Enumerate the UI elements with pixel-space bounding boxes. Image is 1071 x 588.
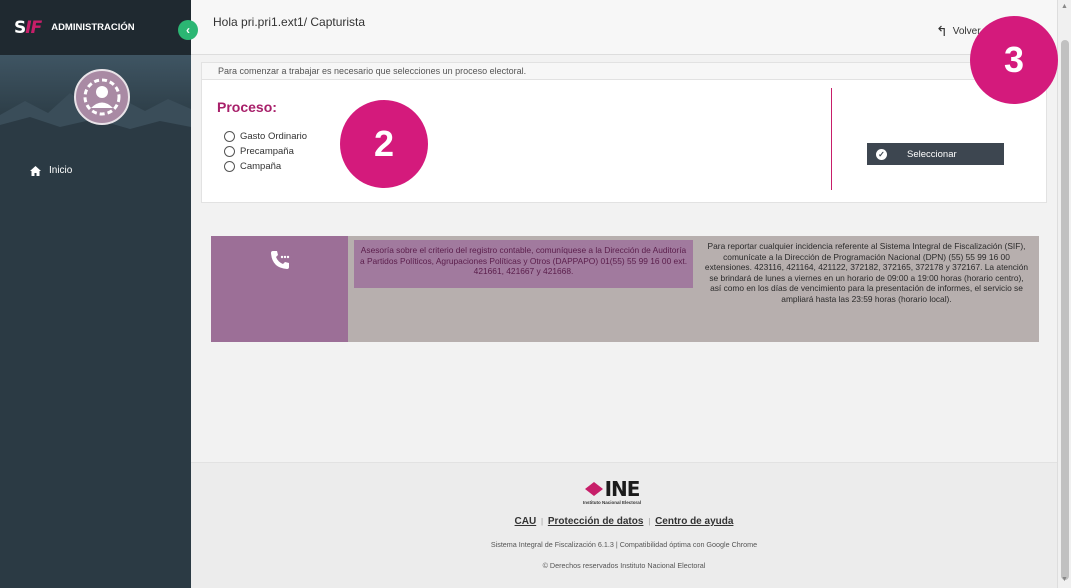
process-panel: Proceso: Gasto Ordinario Precampaña Camp… [201,80,1047,203]
scroll-up-icon[interactable]: ▲ [1061,3,1068,10]
scroll-thumb[interactable] [1061,40,1069,580]
phone-icon [270,251,289,269]
main-content: Para comenzar a trabajar es necesario qu… [201,62,1047,203]
select-button-label: Seleccionar [907,148,957,160]
ine-logo: INE Instituto Nacional Electoral [583,477,642,505]
select-process-button[interactable]: ✓ Seleccionar [867,143,1004,165]
page-scrollbar[interactable]: ▲ ▼ [1057,0,1071,588]
step-badge-2: 2 [340,100,428,188]
sidebar-collapse-button[interactable]: ‹ [178,20,198,40]
link-centro-ayuda[interactable]: Centro de ayuda [655,516,733,527]
sidebar-title: ADMINISTRACIÓN [51,22,135,33]
topbar: Hola pri.pri1.ext1/ Capturista ↰ Volver [191,0,1057,55]
process-notice: Para comenzar a trabajar es necesario qu… [201,62,1047,80]
greeting-text: Hola pri.pri1.ext1/ Capturista [213,15,366,29]
back-arrow-icon: ↰ [936,23,948,39]
link-proteccion-datos[interactable]: Protección de datos [548,516,644,527]
footer-version-info: Sistema Integral de Fiscalización 6.1.3 … [490,540,758,549]
panel-divider [831,88,832,190]
proceso-title: Proceso: [217,99,277,115]
radio-button[interactable] [224,131,235,142]
sif-logo: SIF [14,17,42,38]
radio-label: Campaña [240,161,282,172]
radio-campana[interactable]: Campaña [224,161,281,172]
sidebar-brand: SIF ADMINISTRACIÓN [0,0,191,55]
radio-precampana[interactable]: Precampaña [224,146,294,157]
home-icon [30,165,41,176]
ine-diamond-icon [584,482,603,496]
link-cau[interactable]: CAU [515,516,537,527]
sidebar: SIF ADMINISTRACIÓN Inicio [0,0,191,588]
step-badge-3: 3 [970,16,1058,104]
sidebar-item-inicio[interactable]: Inicio [0,137,191,176]
footer-copyright: © Derechos reservados Instituto Nacional… [542,561,706,570]
radio-label: Gasto Ordinario [240,131,308,142]
dappapo-advice: Asesoría sobre el criterio del registro … [354,240,693,288]
check-circle-icon: ✓ [876,148,887,160]
sidebar-item-label: Inicio [49,165,73,176]
scroll-down-icon[interactable]: ▼ [1061,576,1068,583]
profile-area [0,55,191,137]
incident-info: Para reportar cualquier incidencia refer… [704,241,1029,304]
radio-button[interactable] [224,161,235,172]
footer: INE Instituto Nacional Electoral CAU | P… [191,462,1057,588]
back-link[interactable]: ↰ Volver [936,23,981,40]
footer-links: CAU | Protección de datos | Centro de ay… [514,516,734,527]
chevron-left-icon: ‹ [186,23,190,37]
contact-banner: Asesoría sobre el criterio del registro … [211,236,1039,342]
radio-label: Precampaña [240,146,294,157]
user-avatar-icon[interactable] [74,69,130,125]
radio-button[interactable] [224,146,235,157]
radio-gasto-ordinario[interactable]: Gasto Ordinario [224,131,307,142]
contact-icon-area [211,236,348,342]
